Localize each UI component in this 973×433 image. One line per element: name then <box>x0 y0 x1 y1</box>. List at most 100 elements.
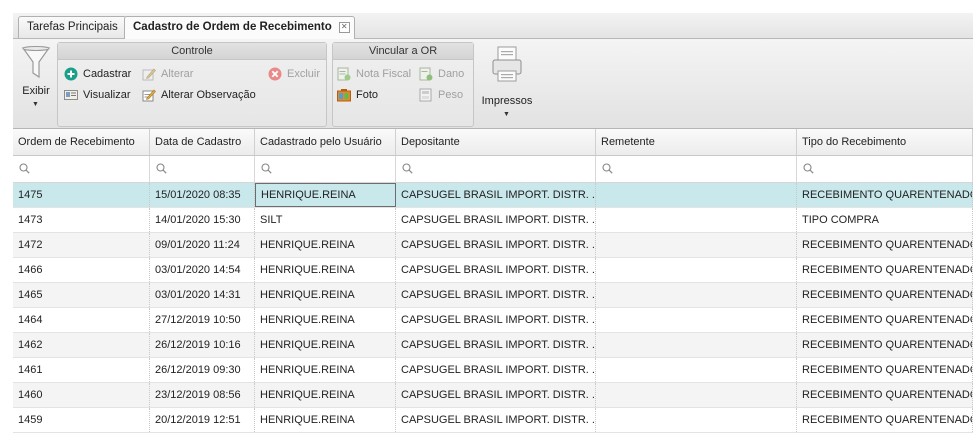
cell-tipo[interactable]: RECEBIMENTO QUARENTENADO <box>797 308 973 332</box>
table-row[interactable]: 1460 23/12/2019 08:56 HENRIQUE.REINA CAP… <box>13 383 973 408</box>
search-icon <box>261 163 272 174</box>
cell-depositante[interactable]: CAPSUGEL BRASIL IMPORT. DISTR. ... <box>396 358 596 382</box>
table-row[interactable]: 1466 03/01/2020 14:54 HENRIQUE.REINA CAP… <box>13 258 973 283</box>
cell-tipo[interactable]: RECEBIMENTO QUARENTENADO <box>797 408 973 432</box>
cell-remetente[interactable] <box>596 308 797 332</box>
column-header-tipo[interactable]: Tipo do Recebimento <box>797 129 973 155</box>
cell-ordem[interactable]: 1460 <box>13 383 150 407</box>
cell-ordem[interactable]: 1472 <box>13 233 150 257</box>
cell-depositante[interactable]: CAPSUGEL BRASIL IMPORT. DISTR. ... <box>396 208 596 232</box>
cell-remetente[interactable] <box>596 408 797 432</box>
table-row[interactable]: 1473 14/01/2020 15:30 SILT CAPSUGEL BRAS… <box>13 208 973 233</box>
cell-depositante[interactable]: CAPSUGEL BRASIL IMPORT. DISTR. ... <box>396 258 596 282</box>
cell-depositante[interactable]: CAPSUGEL BRASIL IMPORT. DISTR. ... <box>396 408 596 432</box>
cell-ordem[interactable]: 1462 <box>13 333 150 357</box>
search-icon <box>602 163 613 174</box>
cell-ordem[interactable]: 1475 <box>13 183 150 207</box>
column-header-usuario[interactable]: Cadastrado pelo Usuário <box>255 129 396 155</box>
table-row[interactable]: 1465 03/01/2020 14:31 HENRIQUE.REINA CAP… <box>13 283 973 308</box>
cell-data[interactable]: 03/01/2020 14:54 <box>150 258 255 282</box>
close-icon[interactable]: ✕ <box>338 22 350 33</box>
cell-depositante[interactable]: CAPSUGEL BRASIL IMPORT. DISTR. ... <box>396 308 596 332</box>
foto-button[interactable]: Foto <box>337 86 378 104</box>
cell-ordem[interactable]: 1465 <box>13 283 150 307</box>
cadastrar-button[interactable]: Cadastrar <box>64 65 131 83</box>
cell-remetente[interactable] <box>596 383 797 407</box>
table-row[interactable]: 1461 26/12/2019 09:30 HENRIQUE.REINA CAP… <box>13 358 973 383</box>
cell-data[interactable]: 23/12/2019 08:56 <box>150 383 255 407</box>
filter-input-ordem[interactable] <box>13 156 150 182</box>
cell-data[interactable]: 03/01/2020 14:31 <box>150 283 255 307</box>
cell-usuario[interactable]: HENRIQUE.REINA <box>255 233 396 257</box>
controle-group: Controle Cadastrar Alterar Excluir Visua… <box>57 42 327 127</box>
cell-data[interactable]: 09/01/2020 11:24 <box>150 233 255 257</box>
table-row[interactable]: 1459 20/12/2019 12:51 HENRIQUE.REINA CAP… <box>13 408 973 433</box>
visualizar-button[interactable]: Visualizar <box>64 86 131 104</box>
cell-depositante[interactable]: CAPSUGEL BRASIL IMPORT. DISTR. ... <box>396 183 596 207</box>
cell-depositante[interactable]: CAPSUGEL BRASIL IMPORT. DISTR. ... <box>396 233 596 257</box>
cell-ordem[interactable]: 1466 <box>13 258 150 282</box>
nota-fiscal-button[interactable]: Nota Fiscal <box>337 65 411 83</box>
filter-input-remetente[interactable] <box>596 156 797 182</box>
column-header-depositante[interactable]: Depositante <box>396 129 596 155</box>
cell-remetente[interactable] <box>596 358 797 382</box>
cell-tipo[interactable]: RECEBIMENTO QUARENTENADO <box>797 258 973 282</box>
excluir-button[interactable]: Excluir <box>268 65 320 83</box>
table-row[interactable]: 1464 27/12/2019 10:50 HENRIQUE.REINA CAP… <box>13 308 973 333</box>
cell-data[interactable]: 26/12/2019 09:30 <box>150 358 255 382</box>
column-header-ordem[interactable]: Ordem de Recebimento <box>13 129 150 155</box>
cell-ordem[interactable]: 1464 <box>13 308 150 332</box>
cell-tipo[interactable]: RECEBIMENTO QUARENTENADO <box>797 183 973 207</box>
cell-tipo[interactable]: RECEBIMENTO QUARENTENADO <box>797 358 973 382</box>
cell-ordem[interactable]: 1473 <box>13 208 150 232</box>
filter-input-data[interactable] <box>150 156 255 182</box>
dano-button[interactable]: Dano <box>419 65 464 83</box>
filter-input-tipo[interactable] <box>797 156 973 182</box>
column-header-data[interactable]: Data de Cadastro <box>150 129 255 155</box>
cell-data[interactable]: 14/01/2020 15:30 <box>150 208 255 232</box>
cell-ordem[interactable]: 1459 <box>13 408 150 432</box>
filter-input-usuario[interactable] <box>255 156 396 182</box>
tab-cadastro-ordem-recebimento[interactable]: Cadastro de Ordem de Recebimento ✕ <box>124 16 355 39</box>
cell-tipo[interactable]: TIPO COMPRA <box>797 208 973 232</box>
cell-usuario[interactable]: HENRIQUE.REINA <box>255 333 396 357</box>
cell-tipo[interactable]: RECEBIMENTO QUARENTENADO <box>797 333 973 357</box>
cell-remetente[interactable] <box>596 233 797 257</box>
cell-ordem[interactable]: 1461 <box>13 358 150 382</box>
visualizar-label: Visualizar <box>83 89 131 101</box>
cell-tipo[interactable]: RECEBIMENTO QUARENTENADO <box>797 233 973 257</box>
table-row[interactable]: 1472 09/01/2020 11:24 HENRIQUE.REINA CAP… <box>13 233 973 258</box>
cell-usuario[interactable]: HENRIQUE.REINA <box>255 183 396 207</box>
cell-remetente[interactable] <box>596 208 797 232</box>
cell-usuario[interactable]: HENRIQUE.REINA <box>255 383 396 407</box>
cell-remetente[interactable] <box>596 283 797 307</box>
cell-data[interactable]: 15/01/2020 08:35 <box>150 183 255 207</box>
cell-depositante[interactable]: CAPSUGEL BRASIL IMPORT. DISTR. ... <box>396 383 596 407</box>
cell-remetente[interactable] <box>596 333 797 357</box>
table-row[interactable]: 1462 26/12/2019 10:16 HENRIQUE.REINA CAP… <box>13 333 973 358</box>
filter-input-depositante[interactable] <box>396 156 596 182</box>
cell-data[interactable]: 27/12/2019 10:50 <box>150 308 255 332</box>
cell-usuario[interactable]: HENRIQUE.REINA <box>255 258 396 282</box>
column-header-remetente[interactable]: Remetente <box>596 129 797 155</box>
cell-remetente[interactable] <box>596 258 797 282</box>
cell-tipo[interactable]: RECEBIMENTO QUARENTENADO <box>797 383 973 407</box>
peso-button[interactable]: Peso <box>419 86 463 104</box>
cell-depositante[interactable]: CAPSUGEL BRASIL IMPORT. DISTR. ... <box>396 333 596 357</box>
cell-usuario[interactable]: HENRIQUE.REINA <box>255 408 396 432</box>
alterar-button[interactable]: Alterar <box>142 65 193 83</box>
cell-usuario[interactable]: SILT <box>255 208 396 232</box>
alterar-observacao-button[interactable]: Alterar Observação <box>142 86 256 104</box>
cell-usuario[interactable]: HENRIQUE.REINA <box>255 283 396 307</box>
table-row[interactable]: 1475 15/01/2020 08:35 HENRIQUE.REINA CAP… <box>13 183 973 208</box>
impressos-button[interactable]: Impressos ▼ <box>479 43 535 118</box>
cell-remetente[interactable] <box>596 183 797 207</box>
tab-tarefas-principais[interactable]: Tarefas Principais <box>18 16 127 38</box>
exibir-button[interactable]: Exibir ▼ <box>16 43 56 113</box>
cell-depositante[interactable]: CAPSUGEL BRASIL IMPORT. DISTR. ... <box>396 283 596 307</box>
cell-usuario[interactable]: HENRIQUE.REINA <box>255 308 396 332</box>
cell-data[interactable]: 26/12/2019 10:16 <box>150 333 255 357</box>
cell-data[interactable]: 20/12/2019 12:51 <box>150 408 255 432</box>
cell-usuario[interactable]: HENRIQUE.REINA <box>255 358 396 382</box>
cell-tipo[interactable]: RECEBIMENTO QUARENTENADO <box>797 283 973 307</box>
